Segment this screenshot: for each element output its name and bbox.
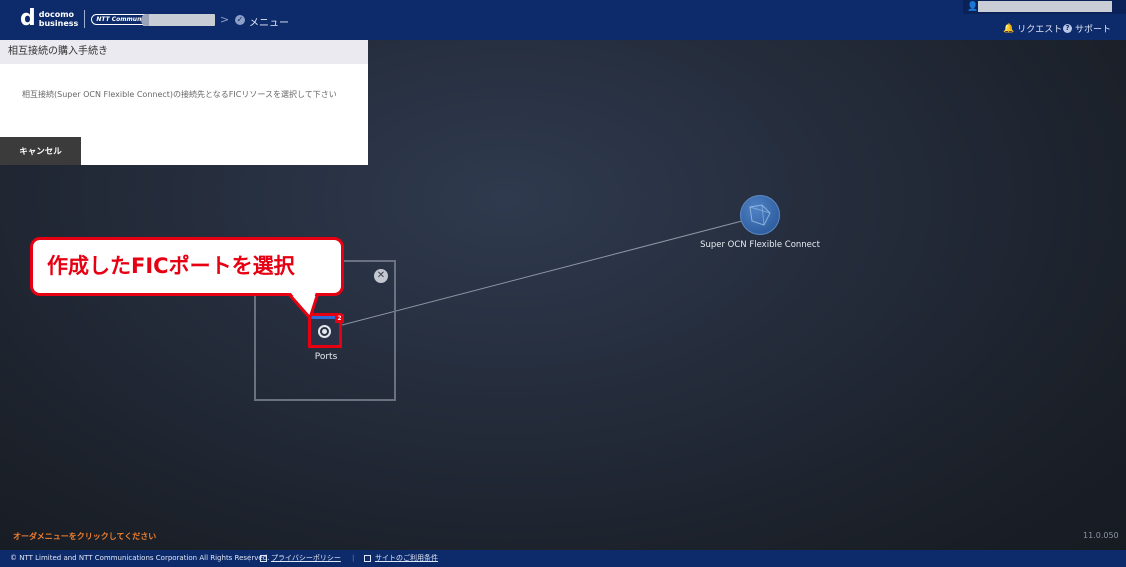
version-label: 11.0.050 bbox=[1083, 531, 1119, 540]
privacy-policy-link[interactable]: プライバシーポリシー bbox=[260, 550, 341, 567]
terms-of-use-link[interactable]: サイトのご利用条件 bbox=[364, 550, 438, 567]
external-link-icon bbox=[260, 555, 267, 562]
order-menu-hint: オーダメニューをクリックしてください bbox=[13, 532, 157, 541]
callout-pointer-cover bbox=[290, 292, 316, 314]
footer-divider: | bbox=[248, 554, 251, 562]
privacy-policy-label: プライバシーポリシー bbox=[271, 554, 341, 562]
footer-divider: | bbox=[352, 554, 355, 562]
external-link-icon bbox=[364, 555, 371, 562]
footer: © NTT Limited and NTT Communications Cor… bbox=[0, 550, 1126, 567]
copyright-text: © NTT Limited and NTT Communications Cor… bbox=[10, 554, 270, 562]
terms-of-use-label: サイトのご利用条件 bbox=[375, 554, 438, 562]
